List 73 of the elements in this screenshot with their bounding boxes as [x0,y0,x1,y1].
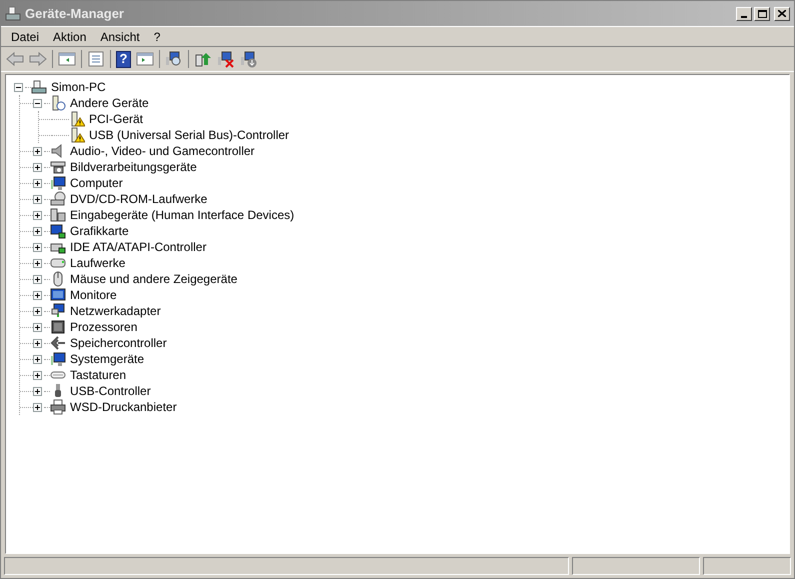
tree-item[interactable]: Speichercontroller [69,334,168,352]
device-icon [50,95,66,111]
tree-item[interactable]: Netzwerkadapter [69,302,162,320]
expand-icon[interactable] [33,306,42,316]
expand-icon[interactable] [33,386,42,396]
panel-icon[interactable] [136,51,154,67]
expand-icon[interactable] [33,258,42,268]
tree-item[interactable]: USB-Controller [69,382,152,400]
device-icon [50,223,66,239]
tree-item[interactable]: Eingabegeräte (Human Interface Devices) [69,206,296,224]
expand-icon[interactable] [33,338,42,348]
tree-item[interactable]: Monitore [69,286,118,304]
help-icon[interactable]: ? [116,50,131,68]
scan-icon[interactable] [165,51,183,67]
remove-icon[interactable] [217,50,235,68]
device-icon [50,303,66,319]
minimize-button[interactable] [736,6,752,20]
tree-item[interactable]: Andere Geräte [69,94,150,112]
collapse-icon[interactable] [14,82,23,92]
close-button[interactable] [774,6,790,20]
device-icon [50,159,66,175]
menu-item[interactable]: Ansicht [93,28,147,46]
tree-item[interactable]: Audio-, Video- und Gamecontroller [69,142,256,160]
expand-icon[interactable] [33,162,42,172]
device-icon [31,79,47,95]
maximize-icon [758,10,766,18]
tree-item[interactable]: Mäuse und andere Zeigegeräte [69,270,238,288]
properties-icon[interactable] [87,51,105,67]
window-title: Geräte-Manager [25,4,124,23]
panel-icon[interactable] [58,51,76,67]
expand-icon[interactable] [33,402,42,412]
expand-icon[interactable] [33,226,42,236]
expand-icon[interactable] [33,274,42,284]
expand-icon[interactable] [33,354,42,364]
menu-item[interactable]: Aktion [46,28,94,46]
tree-item[interactable]: Simon-PC [50,78,107,96]
minimize-icon [741,16,747,18]
maximize-button[interactable] [754,6,770,20]
tree-item[interactable]: USB (Universal Serial Bus)-Controller [88,126,290,144]
expand-icon[interactable] [33,210,42,220]
tree-item[interactable]: PCI-Gerät [88,110,144,128]
menu-item[interactable]: ? [146,28,168,46]
collapse-icon[interactable] [33,98,42,108]
update-icon[interactable] [194,50,212,68]
tree-item[interactable]: Systemgeräte [69,350,146,368]
close-icon [778,10,786,17]
tree-item[interactable]: Prozessoren [69,318,138,336]
tree-item[interactable]: Grafikkarte [69,222,130,240]
expand-icon[interactable] [33,146,42,156]
device-icon [50,287,66,303]
tree-item[interactable]: Bildverarbeitungsgeräte [69,158,198,176]
computer-icon [5,6,21,22]
tree-item[interactable]: DVD/CD-ROM-Laufwerke [69,190,208,208]
device-icon [50,191,66,207]
expand-icon[interactable] [33,242,42,252]
tree-item[interactable]: IDE ATA/ATAPI-Controller [69,238,208,256]
tree-item[interactable]: Laufwerke [69,254,126,272]
disable-icon[interactable] [240,50,258,68]
back-arrow-icon[interactable] [6,51,24,67]
expand-icon[interactable] [33,194,42,204]
device-icon [50,399,66,415]
expand-icon[interactable] [33,322,42,332]
expand-icon[interactable] [33,290,42,300]
menu-item[interactable]: Datei [4,28,46,46]
tree-item[interactable]: Computer [69,174,124,192]
expand-icon[interactable] [33,370,42,380]
device-icon [50,207,66,223]
forward-arrow-icon[interactable] [29,51,47,67]
expand-icon[interactable] [33,178,42,188]
device-icon [50,335,66,351]
tree-item[interactable]: Tastaturen [69,366,128,384]
device-icon [50,319,66,335]
tree-item[interactable]: WSD-Druckanbieter [69,398,178,416]
